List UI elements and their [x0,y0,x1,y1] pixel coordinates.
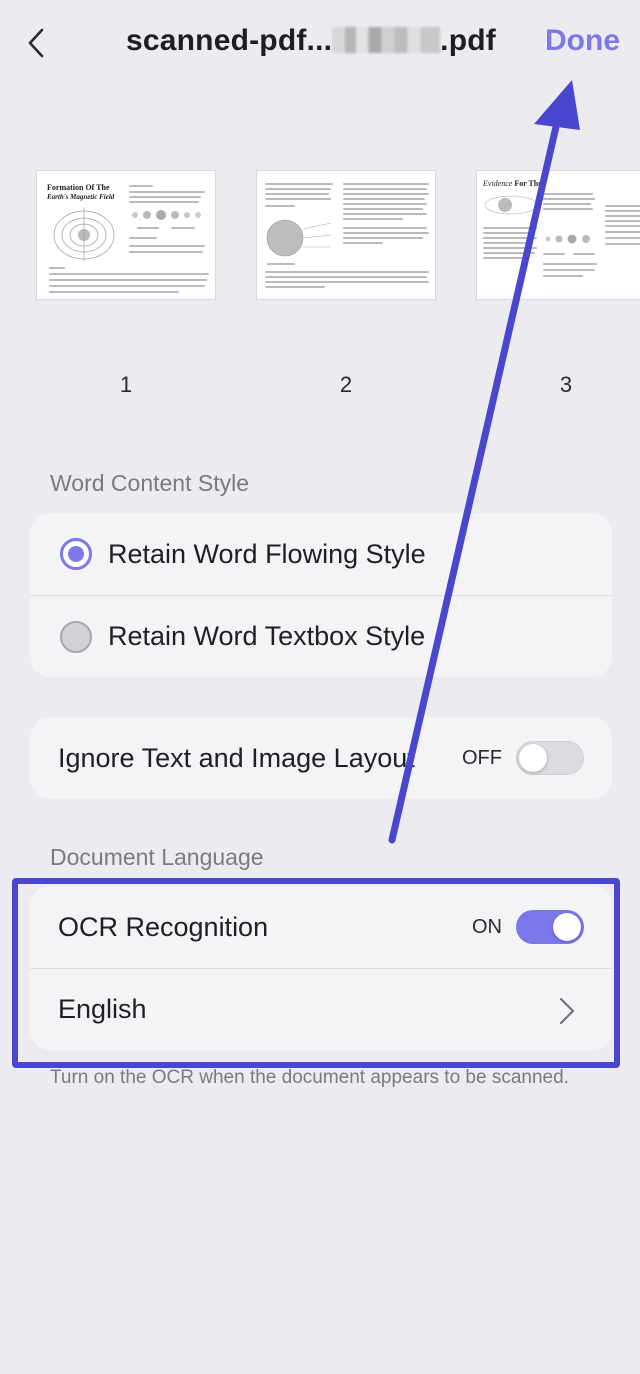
option-flowing-style-label: Retain Word Flowing Style [108,538,426,569]
document-title-prefix: scanned-pdf... [126,24,333,57]
done-button[interactable]: Done [545,24,620,58]
nav-header: scanned-pdf... .pdf Done [0,0,640,90]
chevron-left-icon [28,28,44,58]
page-number-1: 1 [119,372,133,397]
page-number-3: 3 [559,372,573,397]
radio-selected-icon[interactable] [60,538,92,570]
ignore-layout-state: OFF [462,746,502,769]
page-thumbnails: Formation Of The Earth's Magnetic Field [0,170,640,410]
ignore-layout-row: Ignore Text and Image Layout OFF [30,717,612,799]
magnetic-field-figure [53,207,115,261]
thumbnail-1-title: Formation Of The [47,183,110,192]
ocr-label: OCR Recognition [58,911,269,942]
ocr-toggle[interactable] [516,910,584,944]
language-select-row[interactable]: English [30,968,612,1050]
page-number-2: 2 [339,372,353,397]
ignore-layout-toggle-group: OFF [462,741,584,775]
word-style-section-label: Word Content Style [50,470,250,496]
page-thumbnail-1[interactable]: Formation Of The Earth's Magnetic Field [36,170,216,300]
earth-layers-figure [266,219,332,257]
ocr-row: OCR Recognition ON [30,886,612,968]
document-title: scanned-pdf... .pdf [126,24,516,58]
ocr-helper-text: Turn on the OCR when the document appear… [50,1067,569,1088]
chevron-right-icon [560,998,574,1024]
redacted-filename [332,27,441,53]
ocr-toggle-group: ON [472,910,584,944]
radio-unselected-icon[interactable] [60,620,92,653]
orbit-figure [484,195,538,215]
option-flowing-style[interactable]: Retain Word Flowing Style [30,513,612,595]
thumbnail-1-subtitle: Earth's Magnetic Field [47,193,115,201]
planet-sequence-figure-3 [545,234,590,244]
option-textbox-style[interactable]: Retain Word Textbox Style [30,595,612,677]
ocr-state: ON [472,915,502,938]
language-value: English [58,994,147,1024]
language-card: OCR Recognition ON English [30,886,612,1050]
page-thumbnail-3[interactable]: Evidence For The [476,170,640,300]
thumbnail-3-title: Evidence For The [483,179,542,188]
planet-sequence-figure [132,210,201,220]
word-style-card: Retain Word Flowing Style Retain Word Te… [30,513,612,677]
ignore-layout-toggle[interactable] [516,741,584,775]
page-thumbnail-2[interactable] [256,170,436,300]
layout-card: Ignore Text and Image Layout OFF [30,717,612,799]
document-title-suffix: .pdf [440,24,496,57]
language-section-label: Document Language [50,844,264,870]
back-button[interactable] [22,26,54,60]
option-textbox-style-label: Retain Word Textbox Style [108,621,426,651]
ignore-layout-label: Ignore Text and Image Layout [58,742,415,773]
